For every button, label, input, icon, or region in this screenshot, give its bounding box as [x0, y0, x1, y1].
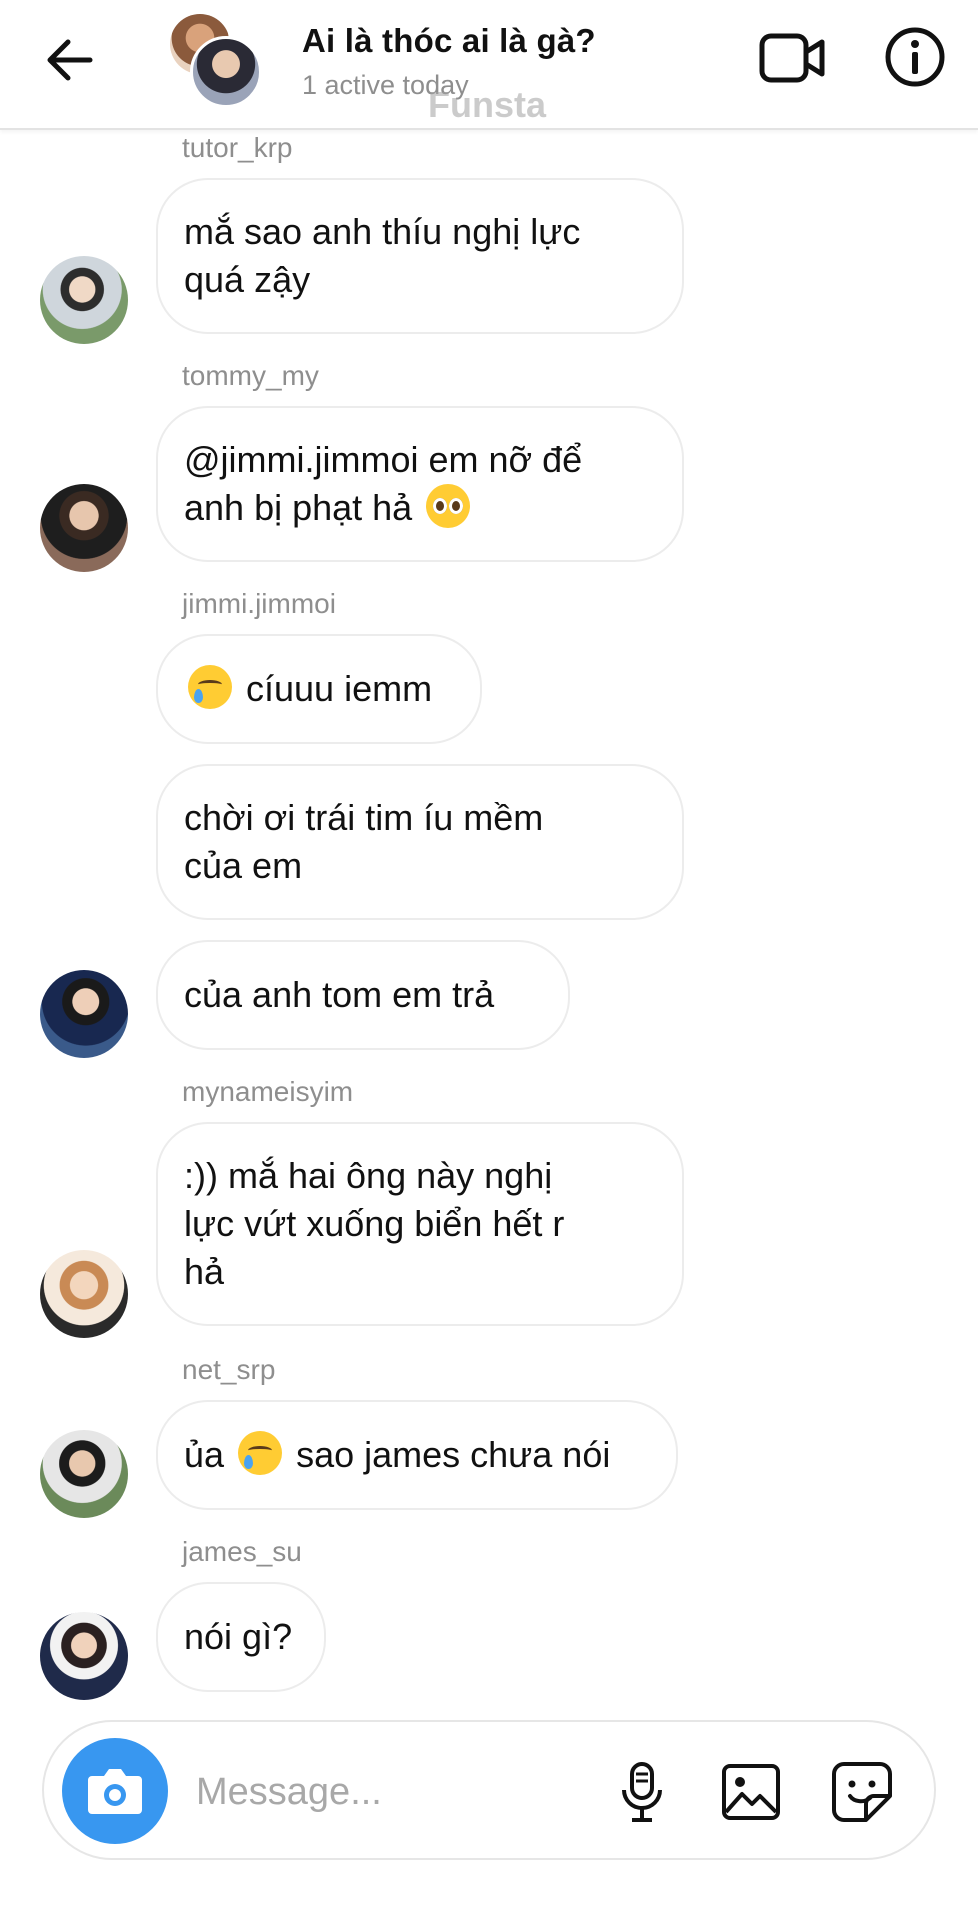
message-bubble[interactable]: :)) mắ hai ông này nghị lực vứt xuống bi… [156, 1122, 684, 1326]
message-bubble[interactable]: mắ sao anh thíu nghị lực quá zậy [156, 178, 684, 334]
microphone-icon[interactable] [612, 1760, 672, 1824]
message-bubble[interactable]: chời ơi trái tim íu mềm của em [156, 764, 684, 920]
message-bubble[interactable]: của anh tom em trả [156, 940, 570, 1050]
avatar[interactable] [40, 970, 128, 1058]
message-bubble[interactable]: nói gì? [156, 1582, 326, 1692]
message-bubble[interactable]: cíuuu iemm [156, 634, 482, 744]
video-call-icon[interactable] [758, 28, 828, 88]
sender-name: james_su [182, 1536, 302, 1567]
group-avatar[interactable] [170, 14, 262, 108]
message-text: mắ sao anh thíu nghị lực quá zậy [184, 211, 581, 300]
avatar[interactable] [40, 1430, 128, 1518]
message-text: nói gì? [184, 1616, 293, 1657]
pleading-face-emoji [426, 484, 471, 528]
watermark: Funsta [428, 84, 547, 125]
message-text: cíuuu iemm [184, 665, 432, 713]
sender-name: tutor_krp [182, 132, 293, 163]
smiling-face-with-tear-emoji [188, 665, 232, 709]
back-arrow-icon[interactable] [40, 30, 100, 90]
avatar[interactable] [40, 256, 128, 344]
sender-name: jimmi.jimmoi [182, 588, 336, 619]
info-icon[interactable] [884, 26, 946, 88]
camera-button[interactable] [62, 1738, 168, 1844]
message-text: @jimmi.jimmoi em nỡ để anh bị phạt hả [184, 439, 583, 528]
avatar[interactable] [40, 484, 128, 572]
message-bubble[interactable]: ủa sao james chưa nói [156, 1400, 678, 1510]
sticker-icon[interactable] [830, 1760, 894, 1824]
avatar[interactable] [40, 1612, 128, 1700]
sender-name: net_srp [182, 1354, 276, 1385]
avatar[interactable] [40, 1250, 128, 1338]
message-text: chời ơi trái tim íu mềm của em [184, 797, 544, 886]
sender-name: mynameisyim [182, 1076, 354, 1107]
sender-name: tommy_my [182, 360, 319, 391]
message-input[interactable] [194, 1756, 618, 1828]
message-text: :)) mắ hai ông này nghị lực vứt xuống bi… [184, 1155, 565, 1292]
thread-title[interactable]: Ai là thóc ai là gà? [302, 22, 596, 60]
gallery-icon[interactable] [720, 1762, 782, 1822]
message-bubble[interactable]: @jimmi.jimmoi em nỡ để anh bị phạt hả [156, 406, 684, 562]
message-text: ủa sao james chưa nói [184, 1431, 610, 1479]
smiling-face-with-tear-emoji [238, 1431, 283, 1475]
message-composer [42, 1720, 936, 1860]
camera-icon [88, 1769, 142, 1814]
message-text: của anh tom em trả [184, 974, 495, 1015]
member-avatar [190, 36, 262, 108]
thread-header: Ai là thóc ai là gà? 1 active today Funs… [0, 0, 978, 130]
